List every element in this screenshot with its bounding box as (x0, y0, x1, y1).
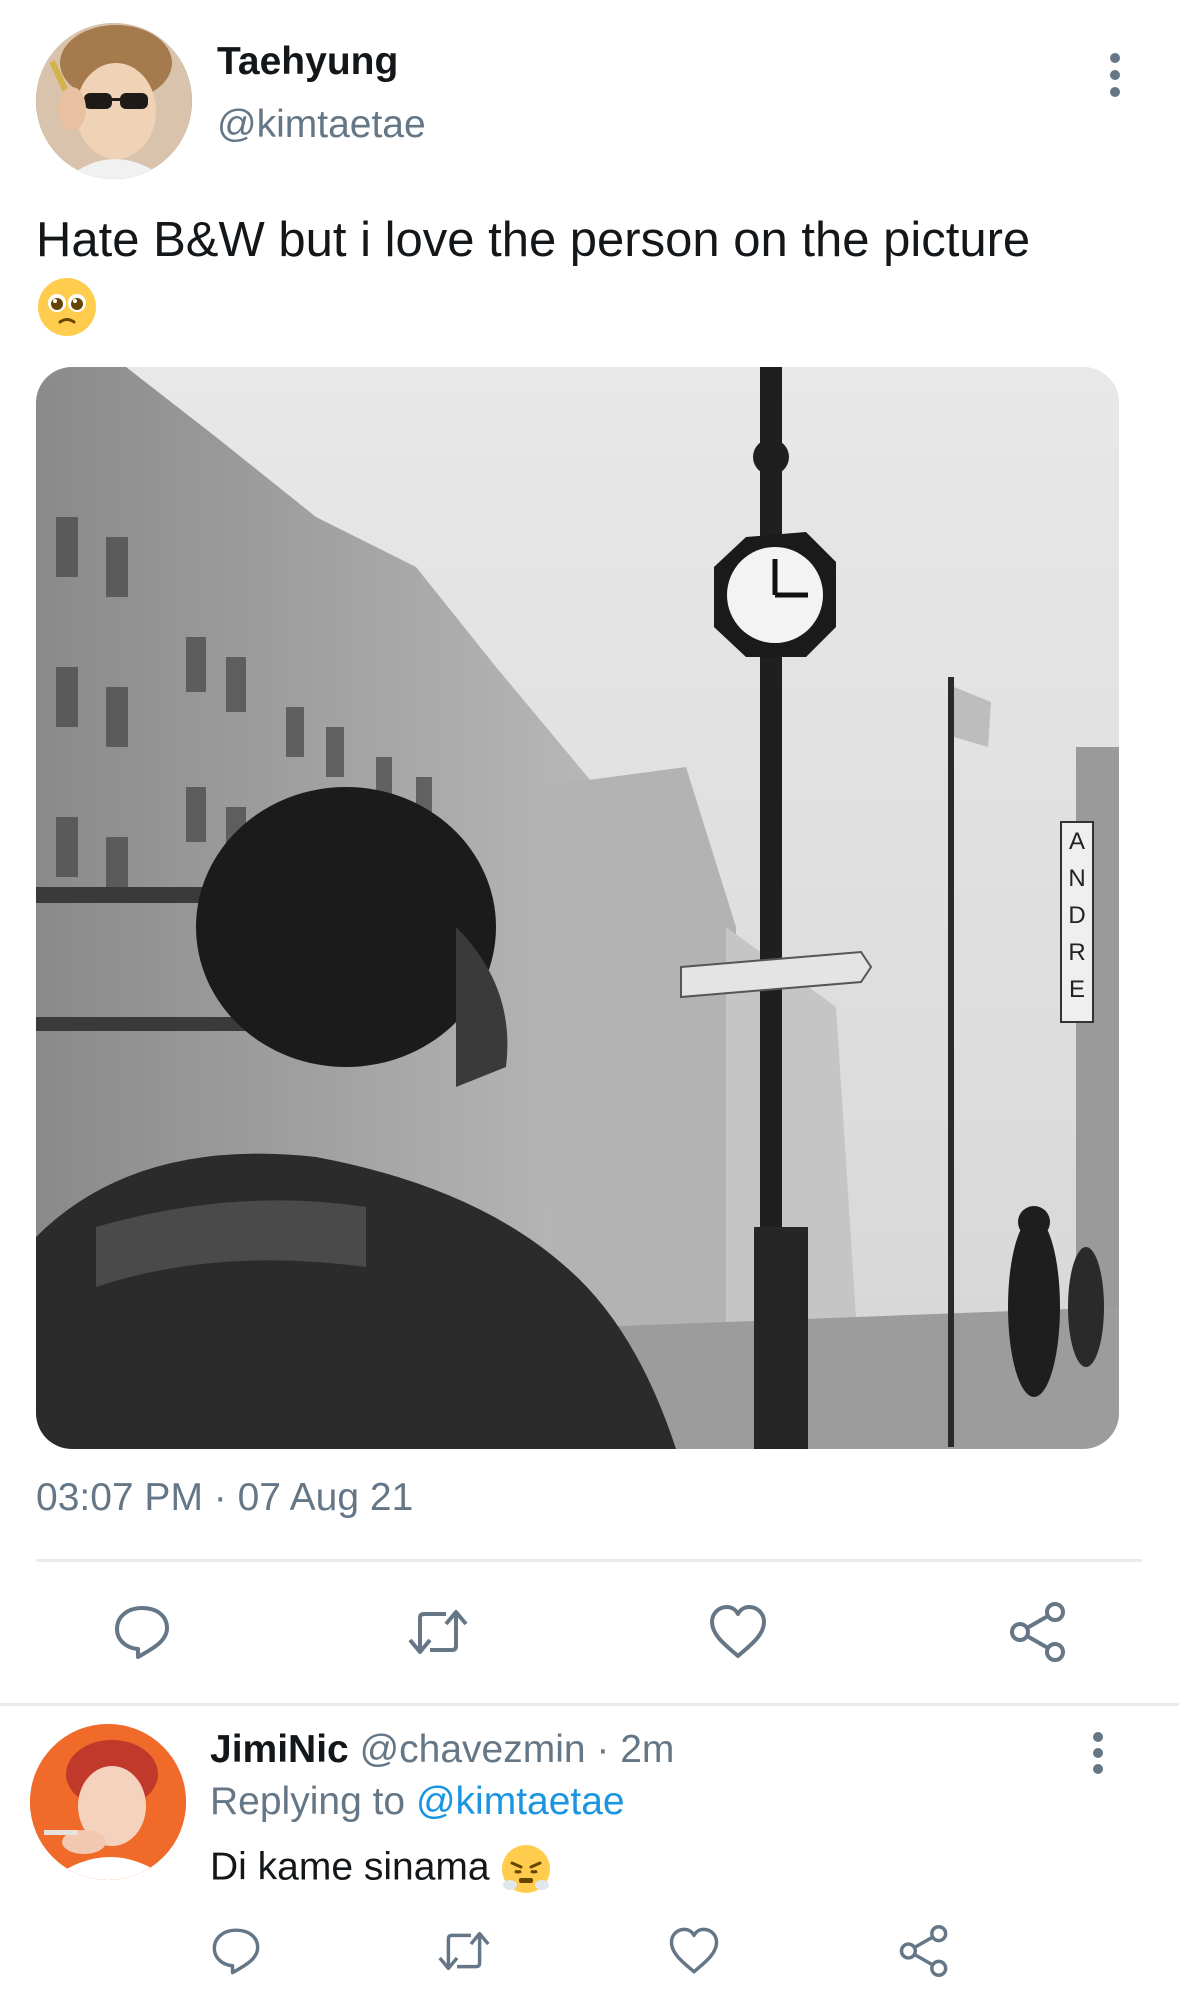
more-vertical-icon[interactable] (1083, 1730, 1113, 1776)
replying-handle-link[interactable]: @kimtaetae (416, 1780, 625, 1823)
tweet-photo[interactable]: A N D R E (36, 367, 1119, 1449)
share-icon[interactable] (898, 1925, 950, 1977)
tweet-actions-bar (0, 1600, 1179, 1665)
sign-letter: D (1068, 902, 1085, 929)
retweet-icon[interactable] (436, 1925, 490, 1977)
sign-letter: A (1069, 828, 1085, 855)
pleading-face-icon (36, 276, 98, 338)
heart-icon[interactable] (668, 1925, 720, 1977)
sign-letter: N (1068, 865, 1085, 892)
replying-prefix: Replying to (210, 1780, 416, 1823)
replying-to: Replying to @kimtaetae (210, 1780, 625, 1824)
tweet-text: Hate B&W but i love the person on the pi… (36, 213, 1031, 267)
reply-header: JimiNic @chavezmin · 2m (210, 1728, 674, 1772)
sign-letter: E (1069, 976, 1085, 1003)
face-with-steam-icon (500, 1843, 552, 1895)
reply-icon[interactable] (210, 1925, 262, 1977)
author-handle[interactable]: @kimtaetae (217, 103, 426, 147)
tweet-text-block: Hate B&W but i love the person on the pi… (36, 208, 1156, 338)
author-display-name[interactable]: Taehyung (217, 40, 398, 84)
reply-author-avatar[interactable] (30, 1724, 186, 1880)
reply-actions-bar (0, 1925, 1179, 1985)
divider (36, 1559, 1142, 1562)
reply-meta: @chavezmin · 2m (359, 1728, 675, 1771)
author-avatar[interactable] (36, 23, 192, 179)
sign-letter: R (1068, 939, 1085, 966)
reply-text-block: Di kame sinama (210, 1843, 552, 1895)
reply-text: Di kame sinama (210, 1845, 490, 1889)
retweet-icon[interactable] (406, 1602, 468, 1662)
reply-icon[interactable] (112, 1602, 172, 1662)
heart-icon[interactable] (708, 1602, 768, 1662)
share-icon[interactable] (1008, 1602, 1068, 1662)
tweet-page: Taehyung @kimtaetae Hate B&W but i love … (0, 0, 1179, 2008)
reply-display-name[interactable]: JimiNic (210, 1728, 349, 1771)
tweet-timestamp[interactable]: 03:07 PM · 07 Aug 21 (36, 1476, 413, 1520)
divider (0, 1703, 1179, 1706)
more-vertical-icon[interactable] (1100, 50, 1130, 100)
